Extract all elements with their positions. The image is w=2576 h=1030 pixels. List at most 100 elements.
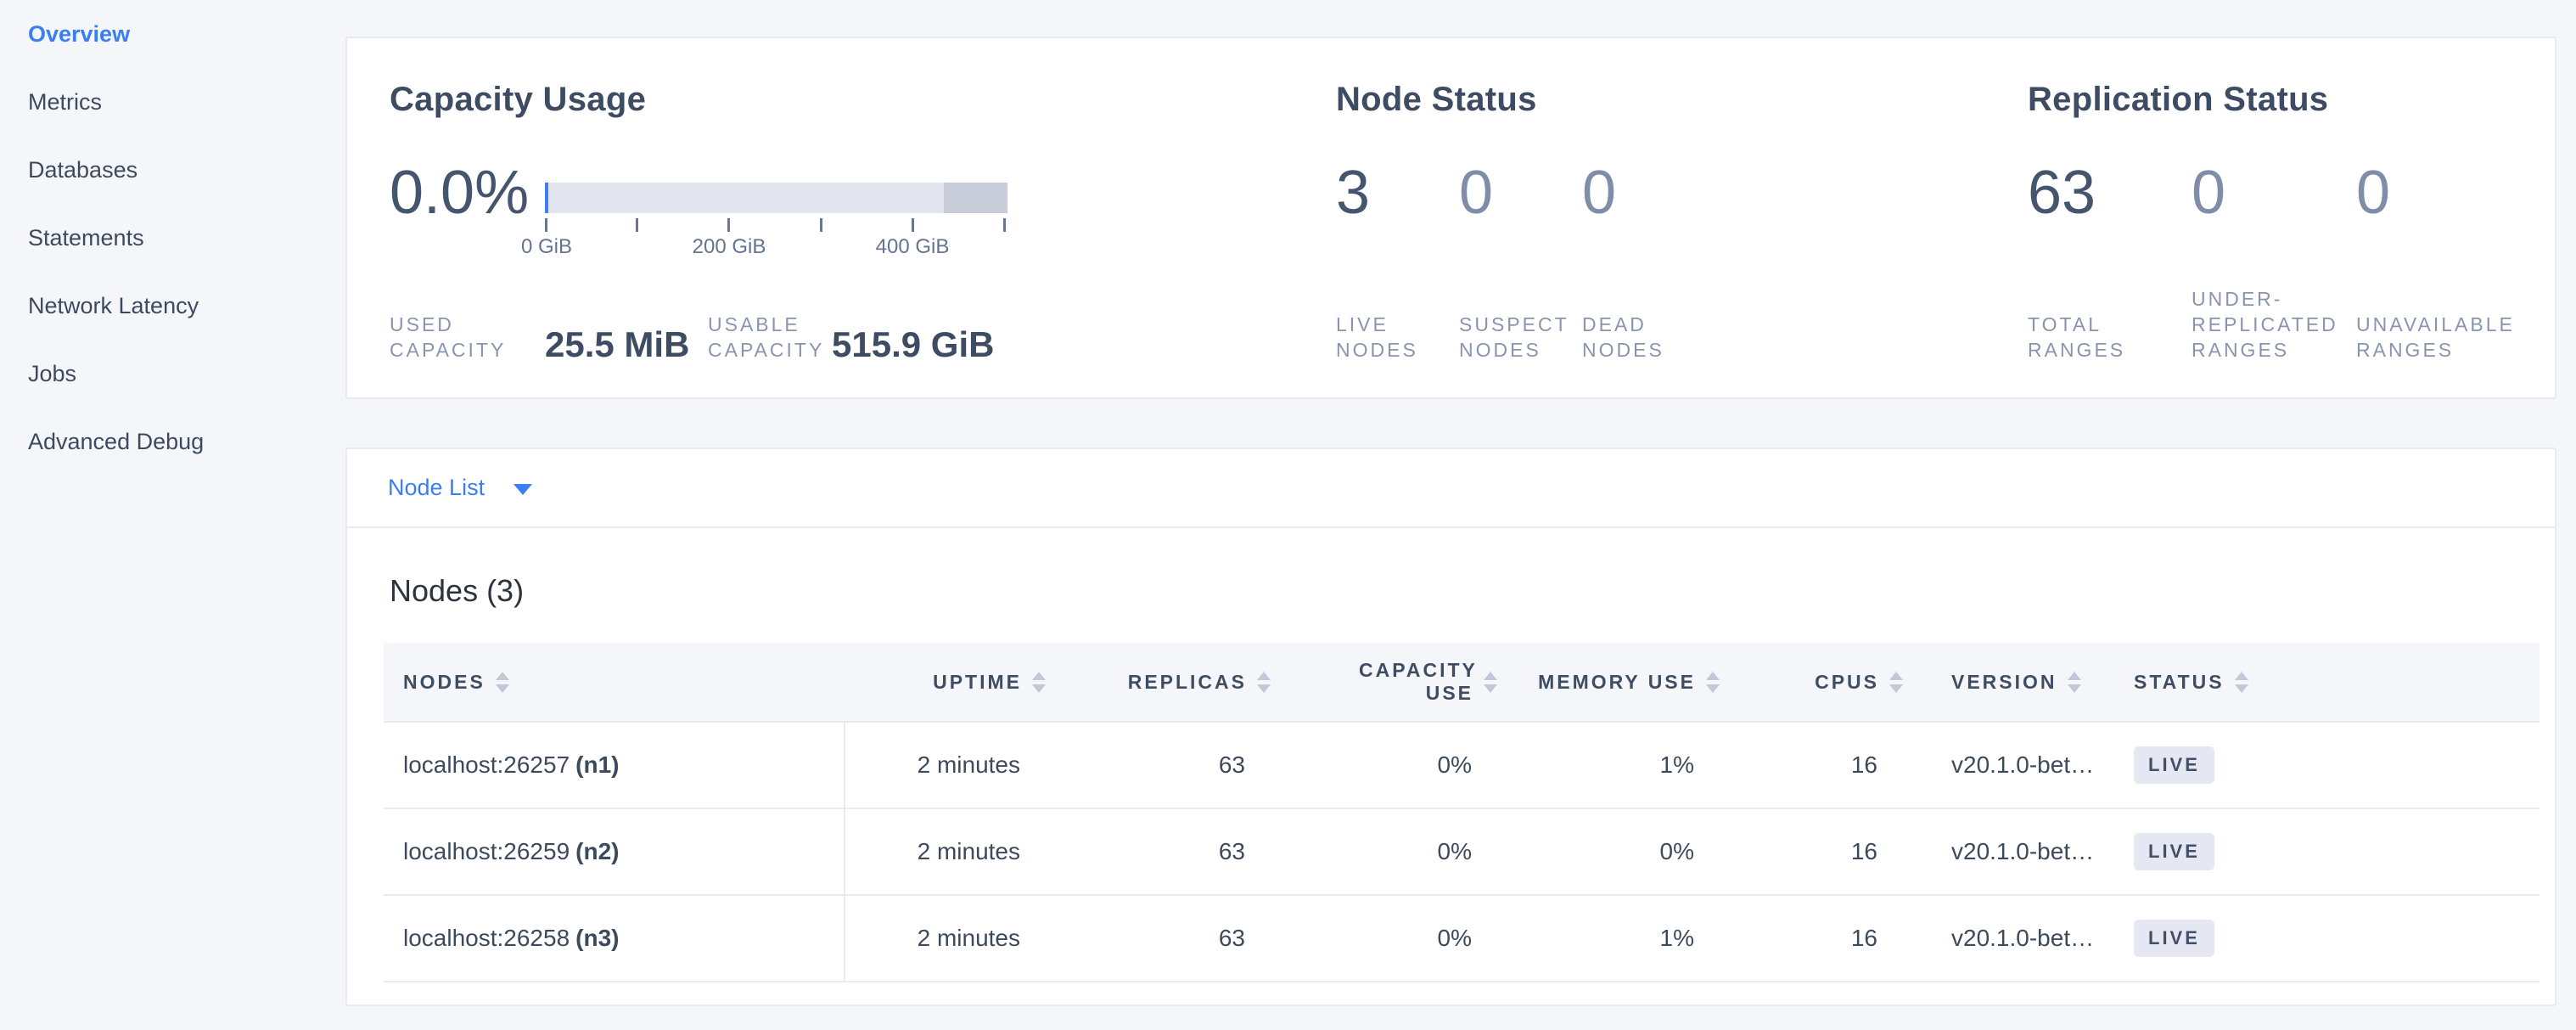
status-cell: LIVE <box>2115 722 2540 808</box>
sidebar-item-statements[interactable]: Statements <box>0 204 345 272</box>
capacity-bar-ticks <box>545 218 1007 232</box>
sidebar: Overview Metrics Databases Statements Ne… <box>0 0 345 476</box>
sort-icon <box>2235 672 2248 693</box>
node-address-cell[interactable]: localhost:26258(n3) <box>384 895 845 982</box>
node-id: (n2) <box>575 838 619 864</box>
sort-icon <box>1032 672 1046 693</box>
column-header-version[interactable]: VERSION <box>1911 643 2115 722</box>
node-id: (n1) <box>575 751 619 778</box>
replicas-cell: 63 <box>1054 808 1279 895</box>
sort-icon <box>1889 672 1903 693</box>
chevron-down-icon <box>514 484 532 495</box>
sort-icon <box>1257 672 1271 693</box>
version-cell: v20.1.0-bet… <box>1911 722 2115 808</box>
tick-label-400: 400 GiB <box>876 235 950 259</box>
node-list-card: Node List Nodes (3) NODES UPTIME <box>345 447 2556 1006</box>
table-header-row: NODES UPTIME REPLICAS CAPACITY USE <box>384 643 2540 722</box>
replicas-cell: 63 <box>1054 722 1279 808</box>
sidebar-item-overview[interactable]: Overview <box>0 0 345 68</box>
used-capacity-value: 25.5 MiB <box>545 324 689 365</box>
node-address-cell[interactable]: localhost:26259(n2) <box>384 808 845 895</box>
cpus-cell: 16 <box>1728 808 1911 895</box>
total-ranges-label: TOTAL RANGES <box>2028 312 2155 363</box>
capacity-usage-title: Capacity Usage <box>390 81 1052 119</box>
sidebar-item-jobs[interactable]: Jobs <box>0 340 345 408</box>
capacity-bar-used-segment <box>545 183 548 213</box>
column-header-cpus[interactable]: CPUS <box>1728 643 1911 722</box>
memory-use-cell: 1% <box>1506 895 1728 982</box>
node-address: localhost:26259 <box>403 838 570 864</box>
node-list-dropdown[interactable]: Node List <box>347 449 2555 528</box>
capacity-use-cell: 0% <box>1279 895 1506 982</box>
under-replicated-ranges-count: 0 <box>2192 159 2225 227</box>
cpus-cell: 16 <box>1728 895 1911 982</box>
capacity-bar-track <box>545 183 1007 213</box>
cluster-overview-page: Overview Metrics Databases Statements Ne… <box>0 0 2576 1030</box>
node-status-title: Node Status <box>1336 81 1760 119</box>
replication-status-title: Replication Status <box>2028 81 2576 119</box>
dead-nodes-count: 0 <box>1582 159 1616 227</box>
unavailable-ranges-label: UNAVAILABLE RANGES <box>2356 312 2547 363</box>
column-header-nodes[interactable]: NODES <box>384 643 845 722</box>
nodes-table-title: Nodes (3) <box>390 572 524 610</box>
memory-use-cell: 1% <box>1506 722 1728 808</box>
sidebar-item-databases[interactable]: Databases <box>0 136 345 204</box>
replication-status-section: Replication Status 63 0 0 TOTAL RANGES U… <box>2028 81 2576 363</box>
node-id: (n3) <box>575 925 619 951</box>
sidebar-item-advanced-debug[interactable]: Advanced Debug <box>0 408 345 476</box>
column-header-memory-use[interactable]: MEMORY USE <box>1506 643 1728 722</box>
dead-nodes-label: DEAD NODES <box>1582 312 1701 363</box>
capacity-used-percent: 0.0% <box>390 159 529 227</box>
unavailable-ranges-count: 0 <box>2356 159 2390 227</box>
node-address: localhost:26258 <box>403 925 570 951</box>
node-address-cell[interactable]: localhost:26257(n1) <box>384 722 845 808</box>
status-cell: LIVE <box>2115 895 2540 982</box>
version-cell: v20.1.0-bet… <box>1911 895 2115 982</box>
replicas-cell: 63 <box>1054 895 1279 982</box>
table-row: localhost:26259(n2) 2 minutes 63 0% 0% 1… <box>384 808 2540 895</box>
capacity-use-cell: 0% <box>1279 808 1506 895</box>
sort-icon <box>1484 672 1497 693</box>
table-row: localhost:26257(n1) 2 minutes 63 0% 1% 1… <box>384 722 2540 808</box>
uptime-cell: 2 minutes <box>845 808 1054 895</box>
suspect-nodes-count: 0 <box>1459 159 1493 227</box>
uptime-cell: 2 minutes <box>845 722 1054 808</box>
status-badge: LIVE <box>2134 833 2214 870</box>
nodes-table: NODES UPTIME REPLICAS CAPACITY USE <box>384 643 2540 982</box>
table-row: localhost:26258(n3) 2 minutes 63 0% 1% 1… <box>384 895 2540 982</box>
sidebar-item-network-latency[interactable]: Network Latency <box>0 272 345 340</box>
sort-icon <box>1706 672 1720 693</box>
status-badge: LIVE <box>2134 746 2214 784</box>
capacity-usage-section: Capacity Usage 0.0% 0 GiB 200 GiB <box>390 81 1052 363</box>
live-nodes-label: LIVE NODES <box>1336 312 1446 363</box>
tick-label-0: 0 GiB <box>521 235 572 259</box>
live-nodes-count: 3 <box>1336 159 1370 227</box>
sidebar-item-metrics[interactable]: Metrics <box>0 68 345 136</box>
column-header-replicas[interactable]: REPLICAS <box>1054 643 1279 722</box>
cluster-summary-card: Capacity Usage 0.0% 0 GiB 200 GiB <box>345 37 2556 399</box>
node-address: localhost:26257 <box>403 751 570 778</box>
tick-label-200: 200 GiB <box>693 235 766 259</box>
memory-use-cell: 0% <box>1506 808 1728 895</box>
capacity-use-cell: 0% <box>1279 722 1506 808</box>
sort-icon <box>2068 672 2081 693</box>
total-ranges-count: 63 <box>2028 159 2096 227</box>
used-capacity-label: USED CAPACITY <box>390 312 538 363</box>
node-list-dropdown-label: Node List <box>388 475 485 501</box>
cpus-cell: 16 <box>1728 722 1911 808</box>
status-cell: LIVE <box>2115 808 2540 895</box>
capacity-bar-chart: 0 GiB 200 GiB 400 GiB <box>545 183 1007 261</box>
under-replicated-ranges-label: UNDER-REPLICATED RANGES <box>2192 286 2366 363</box>
uptime-cell: 2 minutes <box>845 895 1054 982</box>
node-status-section: Node Status 3 0 0 LIVE NODES SUSPECT NOD… <box>1336 81 1760 363</box>
column-header-capacity-use[interactable]: CAPACITY USE <box>1279 643 1506 722</box>
column-header-uptime[interactable]: UPTIME <box>845 643 1054 722</box>
suspect-nodes-label: SUSPECT NODES <box>1459 312 1591 363</box>
sort-icon <box>496 672 509 693</box>
column-header-status[interactable]: STATUS <box>2115 643 2540 722</box>
capacity-bar-other-usage-segment <box>944 183 1007 213</box>
status-badge: LIVE <box>2134 920 2214 957</box>
capacity-bar-tick-labels: 0 GiB 200 GiB 400 GiB <box>545 235 1007 261</box>
usable-capacity-value: 515.9 GiB <box>832 324 994 365</box>
version-cell: v20.1.0-bet… <box>1911 808 2115 895</box>
